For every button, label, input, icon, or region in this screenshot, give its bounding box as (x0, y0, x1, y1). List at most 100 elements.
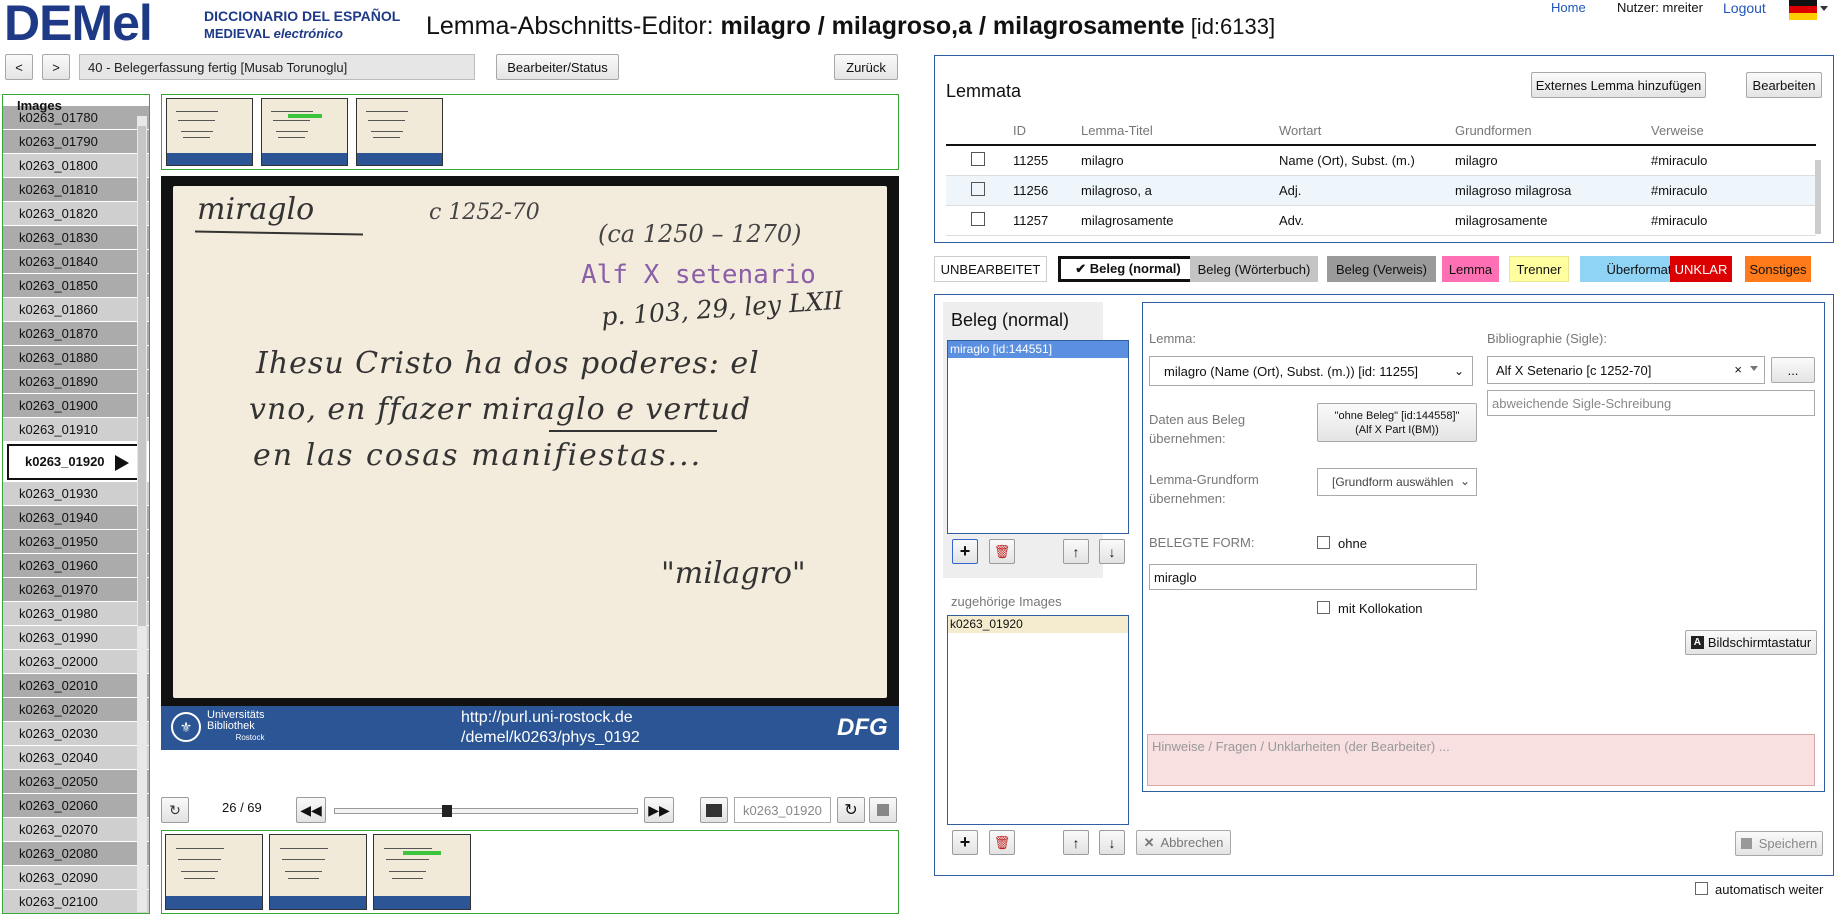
status-tag[interactable]: Sonstiges (1745, 256, 1811, 282)
image-list-item[interactable]: k0263_02080 (3, 842, 149, 866)
delete-image-button[interactable]: 🗑 (989, 830, 1015, 855)
save-image-button[interactable] (869, 797, 897, 823)
image-list-item[interactable]: k0263_01900 (3, 394, 149, 418)
related-image-item[interactable]: k0263_01920 (948, 616, 1128, 633)
image-list-item[interactable]: k0263_01880 (3, 346, 149, 370)
lemma-row-checkbox[interactable] (971, 212, 985, 226)
image-list-item[interactable]: k0263_01790 (3, 130, 149, 154)
lemma-row-checkbox[interactable] (971, 182, 985, 196)
last-image-button[interactable]: ▶▶ (644, 797, 674, 823)
nav-home-link[interactable]: Home (1551, 0, 1586, 15)
image-list-item[interactable]: k0263_01960 (3, 554, 149, 578)
image-list-item[interactable]: k0263_01870 (3, 322, 149, 346)
grundform-select[interactable]: [Grundform auswählen ⌄ (1317, 468, 1477, 496)
editor-status-button[interactable]: Bearbeiter/Status (496, 54, 619, 80)
reload-button[interactable]: ↻ (837, 797, 865, 823)
lemma-row[interactable]: 11255 milagro Name (Ort), Subst. (m.) milag… (946, 145, 1816, 176)
top-thumbnail[interactable] (261, 98, 348, 166)
image-slider[interactable] (334, 805, 638, 817)
image-list-item[interactable]: k0263_01780 (3, 106, 149, 130)
top-thumbnail[interactable] (166, 98, 253, 166)
save-button[interactable]: Speichern (1735, 831, 1823, 856)
image-list-scroll-thumb[interactable] (138, 126, 146, 626)
image-list-item[interactable]: k0263_02070 (3, 818, 149, 842)
lemma-select[interactable]: milagro (Name (Ort), Subst. (m.)) [id: 1… (1149, 356, 1473, 386)
bibliographie-select[interactable]: Alf X Setenario [c 1252-70] × (1487, 356, 1765, 384)
daten-uebernehmen-button[interactable]: "ohne Beleg" [id:144558]" (Alf X Part I(B… (1317, 403, 1477, 442)
add-beleg-button[interactable]: + (952, 539, 978, 564)
image-list-item-selected[interactable]: k0263_01920 (7, 444, 145, 480)
bottom-thumbnail[interactable] (165, 834, 263, 910)
image-list-item[interactable]: k0263_01850 (3, 274, 149, 298)
image-list-item[interactable]: k0263_02040 (3, 746, 149, 770)
lemma-row-checkbox[interactable] (971, 152, 985, 166)
status-tag[interactable]: UNBEARBEITET (934, 256, 1047, 282)
move-image-up-button[interactable]: ↑ (1063, 830, 1089, 855)
on-screen-keyboard-button[interactable]: A Bildschirmtastatur (1685, 630, 1817, 655)
image-list-item[interactable]: k0263_02060 (3, 794, 149, 818)
related-images-list[interactable]: k0263_01920 (947, 615, 1129, 825)
add-external-lemma-button[interactable]: Externes Lemma hinzufügen (1531, 72, 1706, 98)
prev-button[interactable]: < (5, 54, 33, 80)
move-beleg-down-button[interactable]: ↓ (1099, 539, 1125, 564)
belegte-form-input[interactable]: miraglo (1149, 564, 1477, 590)
bottom-thumbnail[interactable] (269, 834, 367, 910)
bottom-thumbnail[interactable] (373, 834, 471, 910)
delete-beleg-button[interactable]: 🗑 (989, 539, 1015, 564)
bibliographie-more-button[interactable]: ... (1771, 357, 1815, 383)
next-button[interactable]: > (42, 54, 70, 80)
image-list-item[interactable]: k0263_01810 (3, 178, 149, 202)
image-list-item[interactable]: k0263_01860 (3, 298, 149, 322)
image-list-item[interactable]: k0263_01830 (3, 226, 149, 250)
edit-lemmata-button[interactable]: Bearbeiten (1746, 72, 1822, 98)
image-list-item[interactable]: k0263_02030 (3, 722, 149, 746)
sigle-input[interactable]: abweichende Sigle-Schreibung (1487, 390, 1815, 416)
beleg-list-item-selected[interactable]: miraglo [id:144551] (948, 341, 1128, 358)
image-list-item[interactable]: k0263_01890 (3, 370, 149, 394)
image-list-item[interactable]: k0263_01800 (3, 154, 149, 178)
slider-handle[interactable] (442, 805, 453, 817)
move-beleg-up-button[interactable]: ↑ (1063, 539, 1089, 564)
image-id-input[interactable]: k0263_01920 (734, 797, 831, 823)
lemmata-scrollbar[interactable] (1815, 160, 1821, 234)
image-list-item[interactable]: k0263_02020 (3, 698, 149, 722)
image-list-item[interactable]: k0263_01990 (3, 626, 149, 650)
image-list-item[interactable]: k0263_01980 (3, 602, 149, 626)
status-tag[interactable]: Beleg (Verweis) (1327, 256, 1436, 282)
status-tag[interactable]: Trenner (1509, 256, 1569, 282)
status-tag[interactable]: UNKLAR (1670, 256, 1732, 282)
ohne-checkbox[interactable] (1317, 536, 1330, 549)
beleg-list[interactable]: miraglo [id:144551] (947, 340, 1129, 534)
cancel-button[interactable]: ✕ Abbrechen (1136, 830, 1231, 855)
image-list-item[interactable]: k0263_02000 (3, 650, 149, 674)
auto-next-checkbox[interactable] (1695, 882, 1708, 895)
image-list-item[interactable]: k0263_02090 (3, 866, 149, 890)
image-list-item[interactable]: k0263_01910 (3, 418, 149, 442)
status-tag[interactable]: Lemma (1442, 256, 1499, 282)
logout-link[interactable]: Logout (1723, 0, 1766, 16)
image-list-item[interactable]: k0263_01820 (3, 202, 149, 226)
first-image-button[interactable]: ◀◀ (296, 797, 326, 823)
lemma-row[interactable]: 11257 milagrosamente Adv. milagrosamente #mi… (946, 205, 1816, 236)
status-tag[interactable]: ✔ Beleg (normal) (1058, 256, 1198, 282)
add-image-button[interactable]: + (952, 830, 978, 855)
image-list-item[interactable]: k0263_01950 (3, 530, 149, 554)
image-list-item[interactable]: k0263_02050 (3, 770, 149, 794)
card-image[interactable]: miraglo c 1252-70 (ca 1250 – 1270) Alf X… (161, 176, 899, 750)
image-list-item[interactable]: k0263_02010 (3, 674, 149, 698)
rotate-image-button[interactable]: ↻ (161, 797, 189, 823)
image-list-item[interactable]: k0263_01970 (3, 578, 149, 602)
language-flag-icon[interactable] (1789, 0, 1817, 20)
image-list[interactable]: Images k0263_01780k0263_01790k0263_01800… (2, 94, 150, 914)
image-view-button[interactable] (700, 797, 728, 823)
clear-icon[interactable]: × (1734, 362, 1742, 377)
chevron-down-icon[interactable] (1820, 6, 1828, 11)
move-image-down-button[interactable]: ↓ (1099, 830, 1125, 855)
kollokation-checkbox[interactable] (1317, 601, 1330, 614)
top-thumbnail[interactable] (356, 98, 443, 166)
image-list-item[interactable]: k0263_02100 (3, 890, 149, 913)
image-list-item[interactable]: k0263_01840 (3, 250, 149, 274)
image-list-item[interactable]: k0263_01940 (3, 506, 149, 530)
status-tag[interactable]: Beleg (Wörterbuch) (1190, 256, 1318, 282)
hints-textarea[interactable]: Hinweise / Fragen / Unklarheiten (der Be… (1147, 734, 1815, 786)
